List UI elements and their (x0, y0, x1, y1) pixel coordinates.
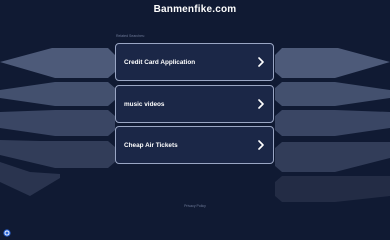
search-link-label: Credit Card Application (124, 58, 196, 66)
chevron-right-icon (258, 140, 264, 150)
left-band-4 (0, 140, 115, 168)
left-band-2 (0, 82, 115, 106)
right-band-5 (275, 176, 390, 202)
privacy-policy-link[interactable]: Privacy Policy (0, 204, 390, 208)
info-badge-icon[interactable] (3, 229, 11, 237)
search-link-cheap-air-tickets[interactable]: Cheap Air Tickets (115, 126, 274, 164)
chevron-right-icon (258, 57, 264, 67)
right-band-2 (275, 82, 390, 106)
search-link-credit-card-application[interactable]: Credit Card Application (115, 43, 274, 81)
search-link-label: music videos (124, 100, 165, 108)
right-band-4 (275, 142, 390, 172)
right-band-1 (275, 48, 390, 78)
left-band-5 (0, 162, 60, 196)
site-title: Banmenfike.com (153, 4, 237, 15)
search-link-music-videos[interactable]: music videos (115, 85, 274, 123)
chevron-right-icon (258, 99, 264, 109)
left-band-1 (0, 48, 115, 78)
search-link-label: Cheap Air Tickets (124, 141, 178, 149)
related-searches-label: Related Searches: (116, 34, 145, 38)
left-band-3 (0, 110, 115, 136)
right-band-3 (275, 110, 390, 136)
